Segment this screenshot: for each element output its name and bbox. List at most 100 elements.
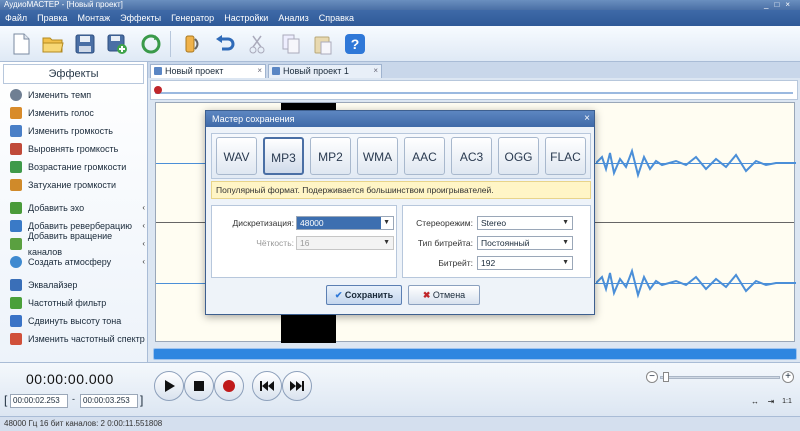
- selection-end-field[interactable]: 00:00:03.253: [80, 394, 138, 408]
- sample-rate-label: Дискретизация:: [232, 218, 295, 228]
- play-button[interactable]: [154, 371, 184, 401]
- close-icon[interactable]: ×: [785, 0, 796, 9]
- sidebar-item-pitch[interactable]: Сдвинуть высоту тона: [10, 313, 121, 329]
- sidebar-item-label: Изменить громкость: [28, 126, 113, 136]
- format-wav-button[interactable]: WAV: [216, 137, 257, 175]
- open-button[interactable]: [38, 29, 68, 59]
- format-selector: WAV MP3 MP2 WMA AAC AC3 OGG FLAC: [211, 133, 591, 179]
- selection-start-field[interactable]: 00:00:02.253: [10, 394, 68, 408]
- menu-help[interactable]: Справка: [314, 13, 359, 23]
- chevron-left-icon[interactable]: ‹: [142, 203, 145, 212]
- save-as-button[interactable]: [102, 29, 132, 59]
- save-button[interactable]: [70, 29, 100, 59]
- copy-button[interactable]: [276, 29, 306, 59]
- menu-montage[interactable]: Монтаж: [73, 13, 116, 23]
- fit-width-button[interactable]: ↔: [748, 395, 762, 409]
- sample-rate-select[interactable]: 48000 ▼: [296, 216, 394, 230]
- close-icon[interactable]: ×: [373, 65, 378, 77]
- bitrate-type-select[interactable]: Постоянный ▼: [477, 236, 573, 250]
- rewind-button[interactable]: [252, 371, 282, 401]
- zoom-slider-thumb[interactable]: [663, 372, 669, 382]
- format-aac-button[interactable]: AAC: [404, 137, 445, 175]
- sidebar-item-rotate[interactable]: Добавить вращение каналов: [10, 231, 147, 257]
- menu-effects[interactable]: Эффекты: [115, 13, 166, 23]
- format-info-banner: Популярный формат. Подерживается большин…: [211, 181, 591, 199]
- stereo-mode-select[interactable]: Stereo ▼: [477, 216, 573, 230]
- horizontal-scrollbar[interactable]: [153, 348, 797, 360]
- fit-arrows-icon: ↔: [751, 397, 759, 406]
- sidebar-item-filter[interactable]: Частотный фильтр: [10, 295, 106, 311]
- new-file-button[interactable]: [6, 29, 36, 59]
- quality-panel: Дискретизация: 48000 ▼ Чёткость: 16 ▼: [211, 205, 397, 278]
- playhead-marker[interactable]: [154, 86, 162, 94]
- menu-generator[interactable]: Генератор: [166, 13, 219, 23]
- format-flac-button[interactable]: FLAC: [545, 137, 586, 175]
- zoom-reset-button[interactable]: 1:1: [780, 395, 794, 409]
- cancel-button[interactable]: ✖ Отмена: [408, 285, 480, 305]
- zoom-out-button[interactable]: −: [646, 371, 658, 383]
- help-button[interactable]: ?: [340, 29, 370, 59]
- paste-button[interactable]: [308, 29, 338, 59]
- sidebar-item-fade-out[interactable]: Затухание громкости: [10, 177, 116, 193]
- spectrum-icon: [10, 333, 22, 345]
- sidebar-item-voice[interactable]: Изменить голос: [10, 105, 94, 121]
- minimize-icon[interactable]: _: [764, 0, 774, 9]
- cancel-x-icon: ✖: [422, 290, 431, 300]
- record-button[interactable]: [178, 29, 208, 59]
- menu-edit[interactable]: Правка: [32, 13, 72, 23]
- sidebar-item-label: Частотный фильтр: [28, 298, 107, 308]
- zoom-in-button[interactable]: +: [782, 371, 794, 383]
- sidebar-item-level[interactable]: Выровнять громкость: [10, 141, 118, 157]
- cut-button[interactable]: [242, 29, 272, 59]
- stop-button[interactable]: [184, 371, 214, 401]
- filter-icon: [10, 297, 22, 309]
- chevron-left-icon[interactable]: ‹: [142, 239, 145, 248]
- close-icon[interactable]: ×: [584, 111, 590, 127]
- atmosphere-icon: [10, 256, 22, 268]
- chevron-left-icon[interactable]: ‹: [142, 257, 145, 266]
- range-separator: -: [72, 394, 75, 404]
- sidebar-title: Эффекты: [3, 64, 144, 84]
- format-ac3-button[interactable]: AC3: [451, 137, 492, 175]
- sidebar-item-equalizer[interactable]: Эквалайзер: [10, 277, 77, 293]
- sidebar-item-volume[interactable]: Изменить громкость: [10, 123, 113, 139]
- sidebar-item-spectrum[interactable]: Изменить частотный спектр: [10, 331, 145, 347]
- stop-icon: [194, 381, 204, 391]
- fit-selection-button[interactable]: ⇥: [764, 395, 778, 409]
- format-mp2-button[interactable]: MP2: [310, 137, 351, 175]
- window-controls[interactable]: _□×: [764, 0, 796, 10]
- chevron-down-icon: ▼: [562, 259, 569, 266]
- refresh-button[interactable]: [136, 29, 166, 59]
- sidebar-item-label: Эквалайзер: [28, 280, 78, 290]
- sidebar-item-tempo[interactable]: Изменить темп: [10, 87, 91, 103]
- format-mp3-button[interactable]: MP3: [263, 137, 304, 175]
- forward-button[interactable]: [282, 371, 312, 401]
- skip-back-icon: [260, 381, 274, 391]
- timecode-display: 00:00:00.000: [26, 371, 114, 387]
- tab-new-project[interactable]: Новый проект ×: [150, 64, 266, 78]
- dialog-title: Мастер сохранения: [212, 114, 295, 124]
- bitrate-select[interactable]: 192 ▼: [477, 256, 573, 270]
- format-wma-button[interactable]: WMA: [357, 137, 398, 175]
- tab-label: Новый проект: [165, 66, 224, 76]
- sidebar-item-echo[interactable]: Добавить эхо: [10, 200, 84, 216]
- menu-analysis[interactable]: Анализ: [273, 13, 313, 23]
- record-transport-button[interactable]: [214, 371, 244, 401]
- tab-new-project-1[interactable]: Новый проект 1 ×: [268, 64, 382, 78]
- save-button[interactable]: ✔ Сохранить: [326, 285, 402, 305]
- menu-file[interactable]: Файл: [0, 13, 32, 23]
- undo-icon: [216, 35, 235, 51]
- undo-button[interactable]: [210, 29, 240, 59]
- encoding-panel: Стереорежим: Stereo ▼ Тип битрейта: Пост…: [402, 205, 591, 278]
- maximize-icon[interactable]: □: [774, 0, 785, 9]
- menu-settings[interactable]: Настройки: [219, 13, 273, 23]
- waveform-right: [596, 147, 796, 299]
- timeline-ruler[interactable]: [150, 80, 798, 100]
- format-ogg-button[interactable]: OGG: [498, 137, 539, 175]
- sidebar-item-fade-in[interactable]: Возрастание громкости: [10, 159, 126, 175]
- zoom-slider[interactable]: [660, 376, 780, 379]
- sidebar-item-atmosphere[interactable]: Создать атмосферу: [10, 254, 111, 270]
- paste-icon: [314, 36, 332, 55]
- close-icon[interactable]: ×: [257, 65, 262, 77]
- chevron-down-icon: ▼: [562, 219, 569, 226]
